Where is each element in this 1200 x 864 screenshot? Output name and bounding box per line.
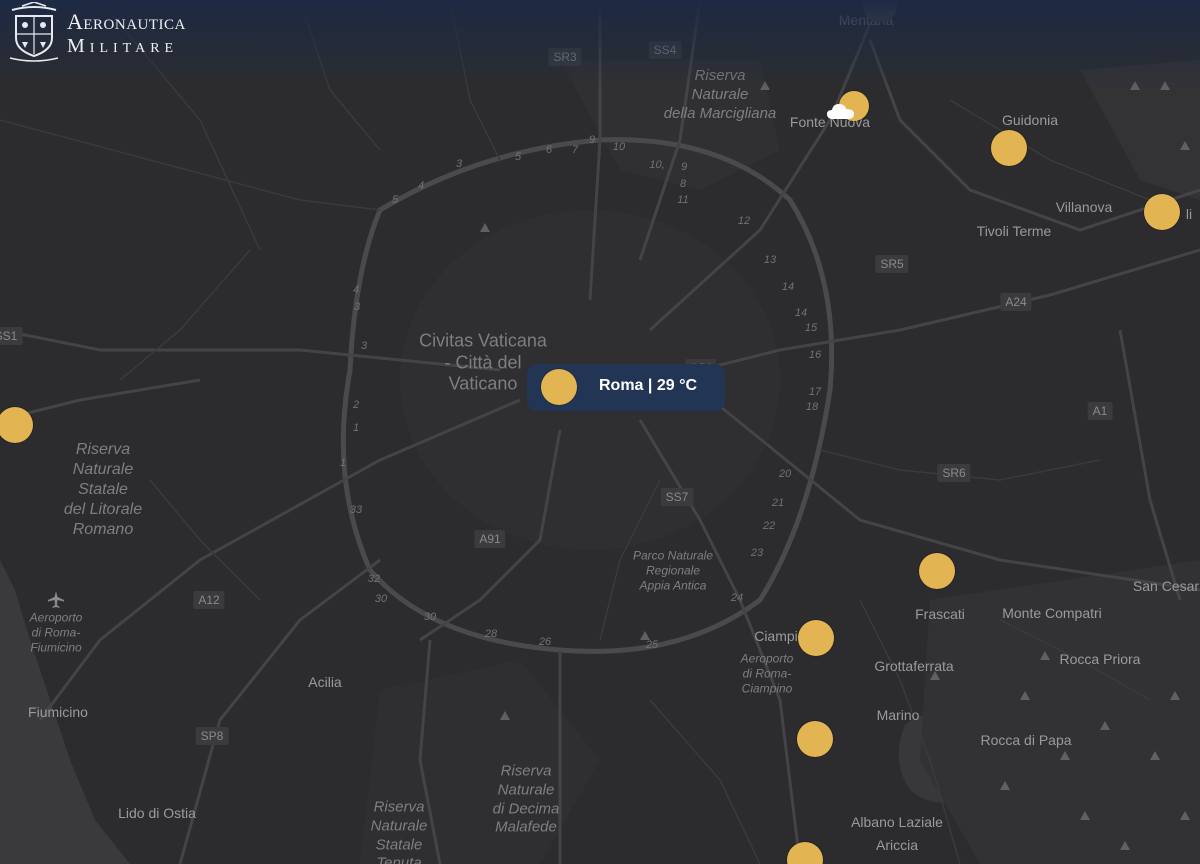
ring-exit-number: 14 bbox=[794, 307, 808, 319]
ring-exit-number: 33 bbox=[349, 504, 363, 516]
park-label-litorale: Riserva Naturale Statale del Litorale Ro… bbox=[63, 441, 143, 538]
ring-exit-number: 4 bbox=[352, 284, 360, 296]
airport-label-fiumicino: Aeroporto di Roma- Fiumicino bbox=[29, 610, 83, 655]
ring-exit-number: 17 bbox=[808, 386, 822, 398]
airplane-icon bbox=[48, 591, 64, 608]
ring-exit-number: 28 bbox=[484, 628, 498, 640]
ring-exit-number: 12 bbox=[737, 215, 751, 227]
place-label-tivoli-terme: Tivoli Terme bbox=[976, 223, 1052, 239]
place-label-marino: Marino bbox=[876, 707, 920, 723]
map[interactable]: Mentana Fonte Nuova Guidonia Villanova T… bbox=[0, 0, 1200, 864]
park-label-statale-tenuta: Riserva Naturale Statale Tenuta bbox=[370, 798, 428, 864]
ring-exit-number: 3 bbox=[455, 158, 463, 170]
road-shield-sr3: SR3 bbox=[548, 48, 582, 66]
ring-exit-number: 11 bbox=[677, 194, 689, 206]
road-shield-a91: A91 bbox=[474, 530, 506, 548]
place-label-tivoli-edge: li bbox=[1185, 206, 1193, 222]
ring-exit-number: 20 bbox=[778, 468, 792, 480]
weather-marker-frascati[interactable] bbox=[919, 553, 955, 589]
crest-icon[interactable] bbox=[8, 2, 60, 62]
ring-exit-number: 7 bbox=[571, 144, 579, 156]
header: Aeronautica Militare bbox=[0, 0, 260, 66]
ring-exit-number: 10, bbox=[649, 159, 665, 171]
place-label-fiumicino: Fiumicino bbox=[28, 704, 88, 720]
brand-logo-text[interactable]: Aeronautica Militare bbox=[67, 9, 186, 57]
road-shield-a1: A1 bbox=[1087, 402, 1113, 420]
road-shield-sr5: SR5 bbox=[875, 255, 909, 273]
ring-exit-number: 14 bbox=[781, 281, 795, 293]
ring-exit-number: 21 bbox=[771, 497, 785, 509]
ring-exit-number: 26 bbox=[538, 636, 552, 648]
road-shield-ss4: SS4 bbox=[648, 41, 682, 59]
ring-exit-number: 6 bbox=[545, 144, 553, 156]
place-label-rocca-priora: Rocca Priora bbox=[1059, 651, 1141, 667]
ring-exit-number: 25 bbox=[645, 639, 659, 651]
road-shield-sp8: SP8 bbox=[195, 727, 229, 745]
road-shield-sr6: SR6 bbox=[937, 464, 971, 482]
ring-exit-number: 18 bbox=[805, 401, 819, 413]
ring-exit-number: 24 bbox=[730, 592, 744, 604]
ring-exit-number: 32 bbox=[367, 573, 381, 585]
place-label-albano-laziale: Albano Laziale bbox=[851, 814, 943, 830]
ring-exit-number: 1 bbox=[339, 457, 347, 469]
ring-exit-number: 1 bbox=[352, 422, 360, 434]
place-label-guidonia: Guidonia bbox=[1001, 112, 1059, 128]
place-label-acilia: Acilia bbox=[308, 674, 342, 690]
ring-exit-number: 4 bbox=[417, 180, 425, 192]
ring-exit-number: 22 bbox=[762, 520, 776, 532]
ring-exit-number: 13 bbox=[763, 254, 777, 266]
weather-marker-tivoli[interactable] bbox=[1144, 194, 1180, 230]
ring-exit-number: 10 bbox=[612, 141, 626, 153]
park-label-marcigliana: Riserva Naturale della Marcigliana bbox=[663, 66, 777, 122]
place-label-rocca-di-papa: Rocca di Papa bbox=[980, 732, 1072, 748]
place-label-grottaferrata: Grottaferrata bbox=[874, 658, 954, 674]
park-label-appia-antica: Parco Naturale Regionale Appia Antica bbox=[632, 548, 714, 593]
tooltip-text: Roma | 29 °C bbox=[599, 377, 698, 394]
ring-exit-number: 8 bbox=[679, 178, 687, 190]
place-label-lido-di-ostia: Lido di Ostia bbox=[118, 805, 196, 821]
ring-exit-number: 3 bbox=[353, 301, 361, 313]
road-shield-ss1: SS1 bbox=[0, 327, 23, 345]
location-tooltip[interactable]: Roma | 29 °C bbox=[527, 364, 725, 411]
cloud-icon bbox=[827, 104, 854, 119]
ring-exit-number: 15 bbox=[804, 322, 818, 334]
ring-exit-number: 9 bbox=[680, 161, 688, 173]
place-label-ariccia: Ariccia bbox=[875, 837, 919, 853]
weather-marker-ciampino[interactable] bbox=[798, 620, 834, 656]
ring-exit-number: 30 bbox=[374, 593, 388, 605]
weather-marker-guidonia[interactable] bbox=[991, 130, 1027, 166]
place-label-monte-compatri: Monte Compatri bbox=[1002, 605, 1102, 621]
ring-exit-number: 5 bbox=[391, 194, 399, 206]
ring-exit-number: 5 bbox=[514, 151, 522, 163]
ring-exit-number: 30 bbox=[423, 611, 437, 623]
road-shield-a12: A12 bbox=[193, 591, 225, 609]
road-shield-a24-east: A24 bbox=[1000, 293, 1032, 311]
ring-exit-number: 2 bbox=[352, 399, 360, 411]
place-label-frascati: Frascati bbox=[915, 606, 965, 622]
ring-exit-number: 9 bbox=[588, 134, 596, 146]
weather-marker-marino[interactable] bbox=[797, 721, 833, 757]
place-label-ciampino: Ciampi bbox=[754, 628, 798, 644]
ring-exit-number: 3 bbox=[360, 340, 368, 352]
road-shield-ss7: SS7 bbox=[660, 488, 694, 506]
ring-exit-number: 16 bbox=[808, 349, 822, 361]
place-label-san-cesareo: San Cesar bbox=[1132, 578, 1200, 594]
ring-exit-number: 23 bbox=[750, 547, 764, 559]
brand-line2: Militare bbox=[67, 35, 179, 57]
park-label-decima-malafede: Riserva Naturale di Decima Malafede bbox=[492, 762, 560, 836]
brand-line1: Aeronautica bbox=[67, 9, 186, 34]
weather-marker-roma[interactable] bbox=[541, 369, 577, 405]
airport-label-ciampino: Aeroporto di Roma- Ciampino bbox=[740, 651, 794, 696]
place-label-villanova: Villanova bbox=[1055, 199, 1113, 215]
